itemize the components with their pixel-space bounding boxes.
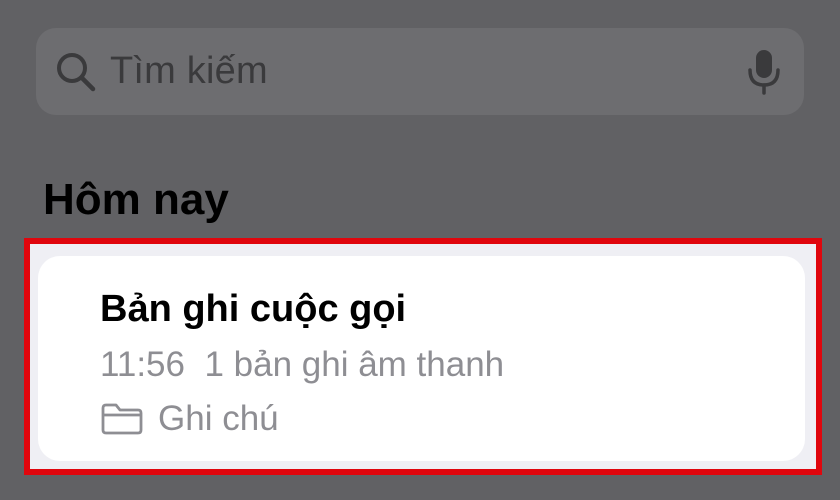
note-list-item[interactable]: Bản ghi cuộc gọi 11:56 1 bản ghi âm than… [38,256,805,461]
folder-label: Ghi chú [158,399,279,438]
note-summary: 1 bản ghi âm thanh [204,345,505,384]
note-title: Bản ghi cuộc gọi [100,288,407,330]
search-input[interactable]: Tìm kiếm [110,28,268,115]
section-title: Hôm nay [43,175,229,224]
folder-icon [101,403,143,435]
search-icon [57,53,96,92]
note-folder: Ghi chú [100,396,279,442]
microphone-icon[interactable] [746,48,782,96]
note-time: 11:56 [100,345,185,384]
note-meta: 11:56 1 bản ghi âm thanh [100,342,504,388]
search-bar[interactable]: Tìm kiếm [36,28,804,115]
